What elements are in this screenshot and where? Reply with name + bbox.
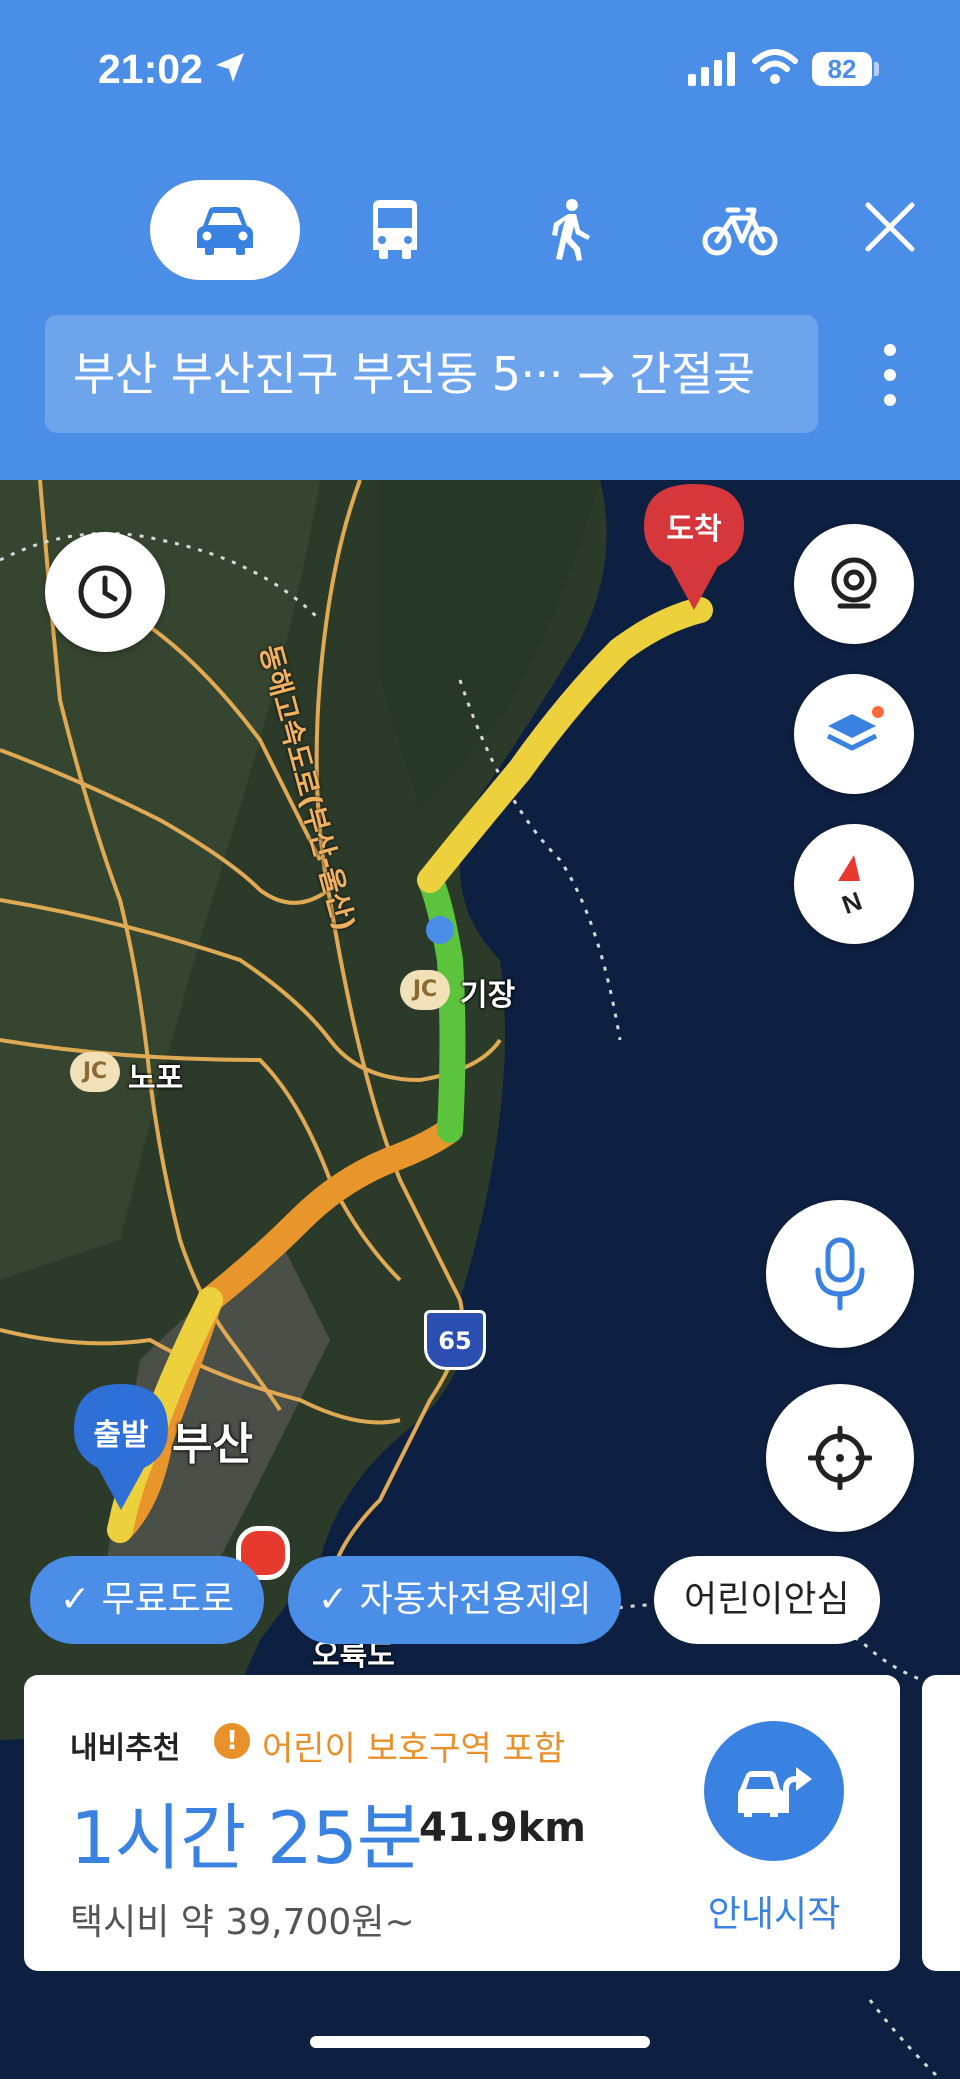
layers-button[interactable]	[794, 674, 914, 794]
route-65-shield: 65	[424, 1310, 486, 1370]
chip-free-road-label: 무료도로	[101, 1579, 235, 1620]
bus-icon	[373, 200, 417, 259]
compass-icon: N	[838, 855, 866, 917]
more-options-icon[interactable]	[870, 340, 910, 410]
compass-button[interactable]: N	[794, 824, 914, 944]
check-icon: ✓	[60, 1579, 102, 1620]
mode-car-button[interactable]	[150, 180, 300, 280]
wifi-icon	[752, 49, 798, 84]
start-pin[interactable]: 출발	[72, 1382, 170, 1512]
place-gijang[interactable]: 기장	[460, 970, 515, 1014]
route-duration: 1시간 25분	[70, 1796, 423, 1880]
history-button[interactable]	[45, 532, 165, 652]
car-icon	[197, 207, 253, 255]
chip-exclude-motorway[interactable]: ✓ 자동차전용제외	[288, 1556, 622, 1644]
jc-marker-gijang[interactable]: JC	[400, 970, 450, 1010]
destination-pin[interactable]: 도착	[642, 480, 746, 612]
location-arrow-icon	[216, 53, 244, 82]
crosshair-icon	[808, 1426, 872, 1490]
chip-exclude-motorway-label: 자동차전용제외	[359, 1579, 592, 1620]
mode-bus-button[interactable]	[345, 180, 445, 280]
place-busan[interactable]: 부산	[172, 1408, 253, 1472]
cctv-icon	[831, 557, 877, 609]
status-time: 21:02	[98, 46, 203, 92]
top-bar: 21:02 82 부산 부산진구 부전동 5··· → 간절곶	[0, 0, 960, 480]
start-pin-label: 출발	[93, 1418, 149, 1453]
chip-free-road[interactable]: ✓ 무료도로	[30, 1556, 265, 1644]
destination-pin-label: 도착	[666, 512, 722, 547]
voice-search-button[interactable]	[766, 1200, 914, 1348]
start-navigation-label[interactable]: 안내시작	[694, 1885, 854, 1937]
layers-icon	[826, 706, 884, 751]
cellular-signal-icon	[688, 52, 735, 86]
my-location-button[interactable]	[766, 1384, 914, 1532]
navigation-car-icon	[738, 1767, 812, 1817]
cctv-button[interactable]	[794, 524, 914, 644]
next-route-card[interactable]	[922, 1675, 960, 1971]
svg-text:N: N	[838, 886, 866, 917]
battery-tip	[874, 62, 879, 76]
start-navigation-button[interactable]	[704, 1721, 844, 1861]
route-card[interactable]: 내비추천 ! 어린이 보호구역 포함 1시간 25분 41.9km 택시비 약 …	[24, 1675, 900, 1971]
chip-child-safety[interactable]: 어린이안심	[654, 1556, 880, 1644]
walk-icon	[552, 199, 590, 261]
route-distance: 41.9km	[419, 1805, 586, 1851]
clock-icon	[78, 565, 132, 619]
taxi-fare: 택시비 약 39,700원~	[70, 1902, 415, 1943]
bike-icon	[702, 207, 778, 256]
check-icon: ✓	[318, 1579, 360, 1620]
place-nopo[interactable]: 노포	[128, 1053, 183, 1097]
warning-text: 어린이 보호구역 포함	[262, 1729, 566, 1769]
recommend-label: 내비추천	[70, 1731, 181, 1766]
route-summary[interactable]: 부산 부산진구 부전동 5··· → 간절곶	[45, 315, 818, 433]
warning-icon: !	[214, 1723, 250, 1759]
mode-bike-button[interactable]	[690, 180, 790, 280]
battery-indicator: 82	[812, 52, 872, 86]
home-indicator[interactable]	[310, 2036, 650, 2048]
mode-walk-button[interactable]	[520, 180, 620, 280]
chip-child-safety-label: 어린이안심	[684, 1579, 850, 1620]
close-icon[interactable]	[858, 195, 922, 259]
jc-marker-nopo[interactable]: JC	[70, 1052, 120, 1092]
microphone-icon	[815, 1237, 865, 1311]
